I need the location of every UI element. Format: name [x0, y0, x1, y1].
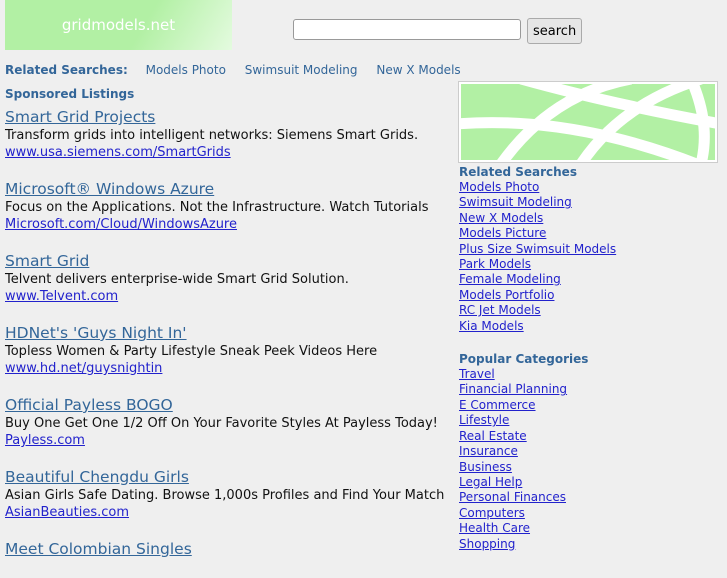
ad-url-link[interactable]: Microsoft.com/Cloud/WindowsAzure — [5, 216, 445, 233]
sidebar-related-title: Related Searches — [459, 165, 577, 179]
sidebar-popular-link[interactable]: Legal Help — [459, 475, 717, 490]
sidebar-popular-link[interactable]: Personal Finances — [459, 490, 717, 505]
search-form: search — [293, 18, 583, 44]
search-button[interactable]: search — [527, 18, 583, 44]
ad-description: Buy One Get One 1/2 Off On Your Favorite… — [5, 416, 438, 431]
ad-title-link[interactable]: Official Payless BOGO — [5, 396, 445, 415]
ad-title-link[interactable]: Smart Grid Projects — [5, 108, 445, 127]
logo-text: gridmodels.net — [61, 16, 176, 34]
ad-listing: HDNet's 'Guys Night In' Topless Women & P… — [5, 324, 445, 377]
sidebar-related-link[interactable]: Female Modeling — [459, 272, 717, 287]
ad-listing: Microsoft® Windows Azure Focus on the App… — [5, 180, 445, 233]
ad-description: Telvent delivers enterprise-wide Smart G… — [5, 272, 349, 287]
ad-url-link[interactable]: www.usa.siemens.com/SmartGrids — [5, 144, 445, 161]
sidebar-related-link[interactable]: New X Models — [459, 211, 717, 226]
ad-url-link[interactable]: www.hd.net/guysnightin — [5, 360, 445, 377]
popular-categories-title: Popular Categories — [459, 352, 589, 367]
sidebar-popular-link[interactable]: Travel — [459, 367, 717, 382]
sidebar-popular-link[interactable]: Shopping — [459, 537, 717, 552]
ad-title-link[interactable]: Smart Grid — [5, 252, 445, 271]
ad-list: Smart Grid Projects Transform grids into … — [5, 108, 445, 578]
ad-listing: Meet Colombian Singles — [5, 540, 445, 559]
sidebar-popular-link[interactable]: Financial Planning — [459, 382, 717, 397]
sidebar-related-link[interactable]: Models Photo — [459, 180, 717, 195]
site-logo[interactable]: gridmodels.net — [5, 0, 232, 50]
sidebar-related-link[interactable]: Swimsuit Modeling — [459, 195, 717, 210]
ad-title-link[interactable]: HDNet's 'Guys Night In' — [5, 324, 445, 343]
ad-title-link[interactable]: Microsoft® Windows Azure — [5, 180, 445, 199]
sidebar-popular-link[interactable]: Lifestyle — [459, 413, 717, 428]
sidebar-related-link[interactable]: Kia Models — [459, 319, 717, 334]
related-link[interactable]: Models Photo — [146, 63, 226, 77]
sidebar-popular-link[interactable]: Health Care — [459, 521, 717, 536]
ad-listing: Beautiful Chengdu Girls Asian Girls Safe … — [5, 468, 445, 521]
ad-listing: Smart Grid Telvent delivers enterprise-wi… — [5, 252, 445, 305]
ad-listing: Official Payless BOGO Buy One Get One 1/2… — [5, 396, 445, 449]
ad-description: Asian Girls Safe Dating. Browse 1,000s P… — [5, 488, 445, 503]
related-link[interactable]: Swimsuit Modeling — [245, 63, 358, 77]
related-searches-bar: Related Searches: Models Photo Swimsuit … — [5, 63, 476, 77]
sponsored-listings-heading: Sponsored Listings — [5, 87, 135, 101]
sidebar-popular-link[interactable]: Real Estate — [459, 429, 717, 444]
ad-listing: Smart Grid Projects Transform grids into … — [5, 108, 445, 161]
ad-description: Focus on the Applications. Not the Infra… — [5, 200, 429, 215]
ad-description: Topless Women & Party Lifestyle Sneak Pe… — [5, 344, 378, 359]
related-link[interactable]: New X Models — [376, 63, 460, 77]
sidebar-related-link[interactable]: Plus Size Swimsuit Models — [459, 242, 717, 257]
ad-description: Transform grids into intelligent network… — [5, 128, 419, 143]
sidebar-related-link[interactable]: RC Jet Models — [459, 303, 717, 318]
ad-url-link[interactable]: Payless.com — [5, 432, 445, 449]
globe-banner-image — [459, 82, 717, 162]
ad-url-link[interactable]: AsianBeauties.com — [5, 504, 445, 521]
ad-url-link[interactable]: www.Telvent.com — [5, 288, 445, 305]
sidebar-popular-link[interactable]: E Commerce — [459, 398, 717, 413]
sidebar-related-link[interactable]: Park Models — [459, 257, 717, 272]
sidebar-popular-link[interactable]: Business — [459, 460, 717, 475]
sidebar-related-link[interactable]: Models Picture — [459, 226, 717, 241]
sidebar-popular-link[interactable]: Insurance — [459, 444, 717, 459]
related-searches-label: Related Searches: — [5, 63, 128, 77]
search-input[interactable] — [293, 19, 521, 40]
sidebar-popular-link[interactable]: Computers — [459, 506, 717, 521]
sidebar: Related Searches Models Photo Swimsuit Mo… — [459, 82, 717, 552]
ad-title-link[interactable]: Meet Colombian Singles — [5, 540, 445, 559]
sidebar-related-link[interactable]: Models Portfolio — [459, 288, 717, 303]
ad-title-link[interactable]: Beautiful Chengdu Girls — [5, 468, 445, 487]
